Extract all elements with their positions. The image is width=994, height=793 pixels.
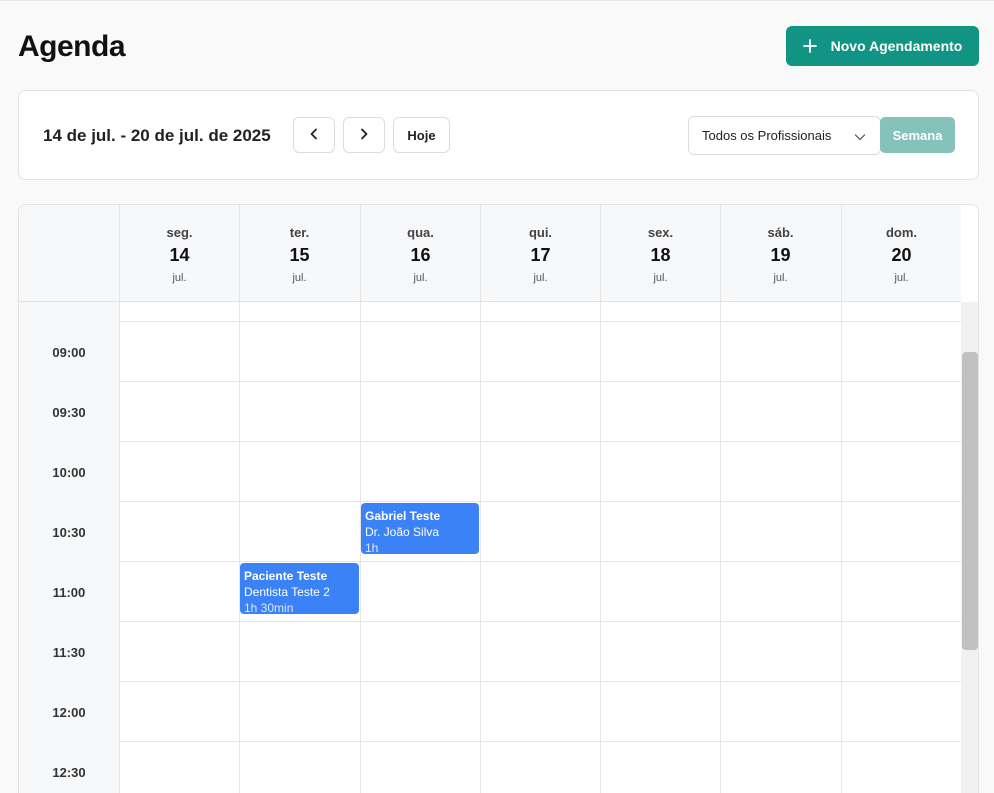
- day-name: sáb.: [767, 225, 794, 240]
- day-number: 15: [289, 245, 310, 265]
- time-label: 12:30: [52, 765, 86, 780]
- professional-filter-select[interactable]: Todos os Profissionais: [688, 116, 881, 155]
- day-name: qua.: [407, 225, 434, 240]
- calendar-header: seg. 14 jul. ter. 15 jul. qua. 16 jul. q…: [19, 205, 961, 302]
- day-month: jul.: [653, 272, 668, 284]
- vertical-scrollbar[interactable]: [961, 302, 978, 793]
- time-label: 11:30: [52, 645, 86, 660]
- day-name: ter.: [289, 225, 310, 240]
- grid-row-line: [119, 501, 961, 502]
- previous-week-button[interactable]: [293, 117, 335, 153]
- day-month: jul.: [894, 272, 909, 284]
- day-month: jul.: [292, 272, 307, 284]
- grid-row-line: [119, 681, 961, 682]
- appointment-event[interactable]: Gabriel Teste Dr. João Silva 1h: [361, 503, 479, 554]
- grid-col-line: [119, 302, 120, 793]
- day-header: dom. 20 jul.: [841, 205, 961, 302]
- top-border: [0, 0, 994, 1]
- grid-col-line: [720, 302, 721, 793]
- chevron-right-icon: [359, 128, 369, 143]
- next-week-button[interactable]: [343, 117, 385, 153]
- event-duration: 1h: [365, 541, 379, 554]
- time-label: 10:30: [52, 525, 86, 540]
- grid-row-line: [119, 561, 961, 562]
- week-calendar: seg. 14 jul. ter. 15 jul. qua. 16 jul. q…: [18, 204, 979, 793]
- day-number: 16: [410, 245, 431, 265]
- event-professional: Dr. João Silva: [365, 525, 440, 539]
- day-header: qua. 16 jul.: [360, 205, 480, 302]
- chevron-down-icon: [854, 130, 866, 145]
- day-month: jul.: [773, 272, 788, 284]
- new-appointment-label: Novo Agendamento: [830, 38, 963, 54]
- day-number: 14: [169, 245, 190, 265]
- new-appointment-button[interactable]: Novo Agendamento: [786, 26, 979, 66]
- grid-col-line: [841, 302, 842, 793]
- time-label: 09:30: [52, 405, 86, 420]
- plus-icon: [802, 39, 817, 53]
- grid-row-line: [119, 621, 961, 622]
- event-duration: 1h 30min: [244, 601, 294, 614]
- day-number: 20: [891, 245, 912, 265]
- today-button[interactable]: Hoje: [393, 117, 450, 153]
- day-name: sex.: [647, 225, 674, 240]
- time-gutter: 09:00 09:30 10:00 10:30 11:00 11:30 12:0…: [19, 302, 119, 793]
- calendar-grid[interactable]: 09:00 09:30 10:00 10:30 11:00 11:30 12:0…: [19, 302, 961, 793]
- scrollbar-thumb[interactable]: [962, 352, 978, 650]
- day-header: ter. 15 jul.: [239, 205, 359, 302]
- grid-col-line: [480, 302, 481, 793]
- grid-row-line: [119, 741, 961, 742]
- time-label: 12:00: [52, 705, 86, 720]
- day-header: sex. 18 jul.: [600, 205, 720, 302]
- time-label: 11:00: [52, 585, 86, 600]
- day-name: qui.: [528, 225, 553, 240]
- grid-col-line: [239, 302, 240, 793]
- time-label: 10:00: [52, 465, 86, 480]
- day-month: jul.: [533, 272, 548, 284]
- week-view-button[interactable]: Semana: [880, 117, 955, 153]
- day-month: jul.: [172, 272, 187, 284]
- date-range-label: 14 de jul. - 20 de jul. de 2025: [43, 126, 271, 145]
- event-patient-name: Gabriel Teste: [365, 509, 441, 523]
- day-header: qui. 17 jul.: [480, 205, 600, 302]
- event-professional: Dentista Teste 2: [244, 585, 330, 599]
- day-header: seg. 14 jul.: [119, 205, 239, 302]
- calendar-toolbar: 14 de jul. - 20 de jul. de 2025 Hoje Tod…: [18, 90, 979, 180]
- chevron-left-icon: [309, 128, 319, 143]
- day-month: jul.: [413, 272, 428, 284]
- grid-row-line: [119, 321, 961, 322]
- day-number: 17: [530, 245, 551, 265]
- day-name: seg.: [166, 225, 193, 240]
- grid-row-line: [119, 441, 961, 442]
- event-patient-name: Paciente Teste: [244, 569, 328, 583]
- time-label: 09:00: [52, 345, 86, 360]
- grid-col-line: [600, 302, 601, 793]
- appointment-event[interactable]: Paciente Teste Dentista Teste 2 1h 30min: [240, 563, 359, 614]
- day-header: sáb. 19 jul.: [720, 205, 840, 302]
- page-title: Agenda: [18, 30, 126, 63]
- day-name: dom.: [885, 225, 918, 240]
- grid-row-line: [119, 381, 961, 382]
- day-number: 19: [770, 245, 791, 265]
- professional-filter-value: Todos os Profissionais: [702, 128, 832, 143]
- day-number: 18: [650, 245, 671, 265]
